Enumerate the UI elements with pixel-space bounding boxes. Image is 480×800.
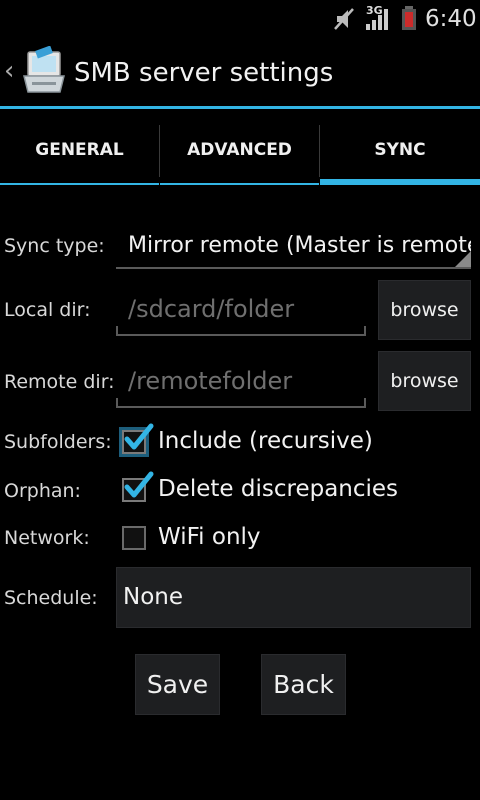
subfolders-text[interactable]: Include (recursive) (158, 428, 373, 454)
sync-type-value: Mirror remote (Master is remote) (128, 233, 471, 258)
page-title: SMB server settings (74, 58, 334, 88)
browse-remote-button[interactable]: browse (378, 351, 471, 411)
orphan-label: Orphan: (4, 480, 81, 502)
schedule-label: Schedule: (4, 587, 98, 609)
tab-indicator (160, 183, 319, 185)
local-dir-input[interactable] (116, 284, 366, 336)
remote-dir-label: Remote dir: (4, 371, 115, 393)
checkmark-icon (124, 471, 154, 498)
clock: 6:40 (425, 6, 477, 32)
tab-indicator-active (320, 179, 480, 185)
tab-advanced[interactable]: ADVANCED (160, 125, 319, 185)
tab-label: SYNC (374, 140, 426, 160)
schedule-button[interactable]: None (116, 567, 471, 628)
field-edge (364, 398, 366, 408)
browse-local-button[interactable]: browse (378, 280, 471, 340)
wifi-only-text[interactable]: WiFi only (158, 524, 261, 550)
tab-label: GENERAL (35, 140, 124, 160)
tab-sync[interactable]: SYNC (320, 125, 480, 185)
network-label: Network: (4, 527, 90, 549)
tab-indicator (0, 183, 159, 185)
field-edge (364, 326, 366, 336)
orphan-checkbox[interactable] (122, 471, 154, 502)
action-bar: ‹ SMB server settings (0, 38, 480, 106)
sync-type-spinner[interactable]: Mirror remote (Master is remote) (116, 225, 471, 269)
signal-icon (366, 8, 392, 34)
dropdown-corner-icon (455, 251, 471, 267)
mute-icon (333, 7, 355, 35)
tab-label: ADVANCED (187, 140, 292, 160)
sync-type-label: Sync type: (4, 235, 105, 257)
action-bar-divider (0, 106, 480, 109)
field-edge (116, 398, 118, 408)
back-button[interactable]: Back (261, 654, 346, 715)
tab-general[interactable]: GENERAL (0, 125, 159, 185)
spinner-underline (116, 267, 471, 269)
remote-dir-input[interactable] (116, 356, 366, 408)
field-edge (116, 326, 118, 336)
local-dir-label: Local dir: (4, 299, 91, 321)
status-bar: 3G 6:40 (0, 0, 480, 38)
chevron-left-icon[interactable]: ‹ (4, 58, 14, 84)
save-button[interactable]: Save (135, 654, 220, 715)
subfolders-label: Subfolders: (4, 431, 112, 453)
battery-low-icon (401, 6, 417, 34)
wifi-only-checkbox[interactable] (122, 526, 146, 550)
subfolders-checkbox[interactable] (122, 423, 154, 454)
tab-bar: GENERAL ADVANCED SYNC (0, 125, 480, 185)
schedule-value: None (123, 584, 184, 610)
orphan-text[interactable]: Delete discrepancies (158, 476, 398, 502)
network-drive-icon[interactable] (18, 45, 70, 102)
checkmark-icon (124, 423, 154, 450)
